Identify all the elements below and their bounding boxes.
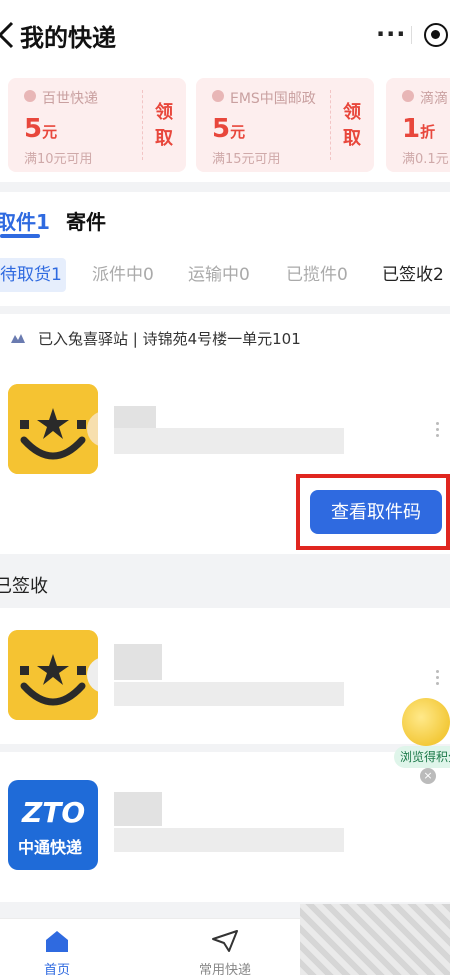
blurred-info bbox=[114, 428, 344, 454]
active-tab-indicator bbox=[0, 234, 40, 238]
reward-label: 浏览得积分 bbox=[394, 746, 450, 768]
home-icon bbox=[46, 931, 68, 952]
coupon-condition: 满15元可用 bbox=[212, 152, 281, 167]
station-info: 已入兔喜驿站 | 诗锦苑4号楼一单元101 bbox=[0, 314, 450, 362]
blurred-info bbox=[114, 682, 344, 706]
capsule-divider bbox=[411, 26, 412, 44]
package-card[interactable] bbox=[0, 608, 450, 744]
status-subtabs: 待取货1 派件中0 运输中0 已揽件0 已签收2 bbox=[0, 248, 450, 306]
blurred-info bbox=[114, 792, 162, 826]
subtab-signed[interactable]: 已签收2 bbox=[382, 258, 444, 292]
package-card[interactable]: ZTO 中通快递 bbox=[0, 752, 450, 902]
main-tabs: 取件1 寄件 bbox=[0, 192, 450, 248]
close-icon[interactable]: × bbox=[420, 768, 436, 784]
blurred-info bbox=[114, 828, 344, 852]
zto-logo-icon: ZTO 中通快递 bbox=[8, 780, 98, 870]
coupon-amount: 5元 bbox=[212, 114, 246, 144]
paper-plane-icon bbox=[212, 930, 238, 952]
blurred-info bbox=[114, 644, 162, 680]
station-address: 已入兔喜驿站 | 诗锦苑4号楼一单元101 bbox=[38, 330, 301, 348]
highlight-box bbox=[296, 474, 450, 550]
coupon-card[interactable]: 百世快递 5元 满10元可用 领取 bbox=[8, 78, 186, 172]
coupon-brand: 百世快递 bbox=[42, 91, 98, 107]
station-icon bbox=[11, 334, 25, 343]
claim-button[interactable]: 领取 bbox=[154, 100, 174, 152]
brand-icon bbox=[212, 90, 224, 102]
coupon-condition: 满0.1元 bbox=[402, 152, 449, 167]
close-target-icon[interactable] bbox=[424, 23, 448, 47]
header-bar: 我的快递 ··· bbox=[0, 0, 450, 72]
pixelated-overlay bbox=[300, 904, 450, 975]
page-title: 我的快递 bbox=[20, 24, 116, 52]
mini-program-capsule: ··· bbox=[366, 16, 450, 54]
subtab-pending[interactable]: 待取货1 bbox=[0, 258, 66, 292]
claim-button[interactable]: 领取 bbox=[342, 100, 362, 152]
nav-common-express[interactable]: 常用快递 bbox=[180, 925, 270, 975]
nav-home[interactable]: 首页 bbox=[12, 925, 102, 975]
tuxi-logo-icon bbox=[8, 630, 98, 720]
package-card[interactable]: 查看取件码 bbox=[0, 362, 450, 554]
tuxi-logo-icon bbox=[8, 384, 98, 474]
coupon-brand: EMS中国邮政 bbox=[230, 91, 316, 107]
more-icon[interactable]: ··· bbox=[376, 20, 406, 48]
more-vertical-icon[interactable] bbox=[436, 422, 442, 440]
coupon-amount: 5元 bbox=[24, 114, 58, 144]
coupon-card[interactable]: 滴滴 1折 满0.1元 bbox=[386, 78, 450, 172]
coupon-card[interactable]: EMS中国邮政 5元 满15元可用 领取 bbox=[196, 78, 374, 172]
signed-section-title: 已签收 bbox=[0, 576, 48, 597]
browse-reward-widget[interactable]: 浏览得积分 × bbox=[392, 696, 450, 806]
coupon-divider bbox=[330, 90, 331, 160]
subtab-collected[interactable]: 已揽件0 bbox=[286, 258, 348, 292]
coupon-brand: 滴滴 bbox=[420, 91, 448, 107]
brand-icon bbox=[402, 90, 414, 102]
coin-icon bbox=[402, 698, 450, 746]
subtab-delivering[interactable]: 派件中0 bbox=[92, 258, 154, 292]
brand-icon bbox=[24, 90, 36, 102]
more-vertical-icon[interactable] bbox=[436, 670, 442, 688]
back-arrow-icon[interactable] bbox=[0, 20, 20, 50]
coupon-amount: 1折 bbox=[402, 114, 436, 144]
tab-receive[interactable]: 取件1 bbox=[0, 206, 50, 235]
subtab-in-transit[interactable]: 运输中0 bbox=[188, 258, 250, 292]
coupon-condition: 满10元可用 bbox=[24, 152, 93, 167]
tab-send[interactable]: 寄件 bbox=[66, 206, 106, 235]
coupon-strip: 百世快递 5元 满10元可用 领取 EMS中国邮政 5元 满15元可用 领取 滴… bbox=[0, 72, 450, 182]
coupon-divider bbox=[142, 90, 143, 160]
